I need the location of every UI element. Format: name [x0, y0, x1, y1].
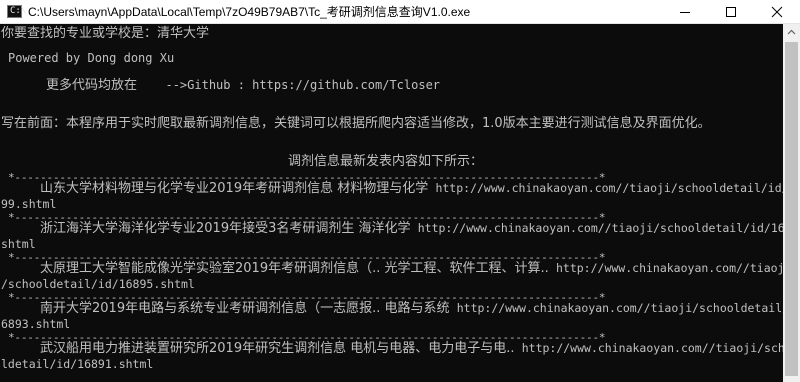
entry-url: http://www.chinakaoyan.com//tiaoji/schoo… — [435, 181, 783, 195]
github-prefix: 更多代码均放在 — [46, 78, 138, 93]
console-output[interactable]: 你要查找的专业或学校是：清华大学 Powered by Dong dong Xu… — [0, 24, 783, 382]
entry-url: http://www.chinakaoyan.com//tiaoji/schoo… — [456, 301, 783, 315]
list-heading: 调剂信息最新发表内容如下所示： — [288, 154, 484, 169]
entry-url: http://www.chinakaoyan.com//tiaoji/schoo — [521, 341, 783, 355]
minimize-button[interactable] — [662, 0, 708, 24]
entry-title: 南开大学2019年电路与系统专业考研调剂信息（一志愿报.. 电路与系统 — [40, 301, 450, 316]
scroll-up-button[interactable] — [783, 24, 800, 41]
preface-line: 写在前面：本程序用于实时爬取最新调剂信息，关键词可以根据所爬内容适当修改，1.0… — [1, 116, 711, 131]
entry-title: 武汉船用电力推进装置研究所2019年研究生调剂信息 电机与电器、电力电子与电.. — [40, 341, 515, 356]
entry-title: 山东大学材料物理与化学专业2019年考研调剂信息 材料物理与化学 — [40, 181, 429, 196]
entry-url: http://www.chinakaoyan.com//tiaoji/schoo… — [417, 221, 783, 235]
maximize-button[interactable] — [708, 0, 754, 24]
window-title: C:\Users\mayn\AppData\Local\Temp\7zO49B7… — [28, 5, 471, 19]
scroll-up-arrow-icon — [787, 29, 796, 35]
entry-title: 太原理工大学智能成像光学实验室2019年考研调剂信息（.. 光学工程、软件工程、… — [40, 261, 549, 276]
console-app-icon[interactable]: C:\ — [7, 5, 26, 18]
close-button[interactable] — [754, 0, 800, 24]
vertical-scrollbar[interactable] — [783, 24, 800, 382]
scrollbar-thumb[interactable] — [785, 42, 798, 376]
list-item: 山东大学材料物理与化学专业2019年考研调剂信息 材料物理与化学 http://… — [40, 180, 783, 197]
close-icon — [771, 6, 783, 18]
list-item: 太原理工大学智能成像光学实验室2019年考研调剂信息（.. 光学工程、软件工程、… — [40, 260, 783, 277]
entry-url: http://www.chinakaoyan.com//tiaoji — [555, 261, 783, 275]
minimize-icon — [680, 12, 690, 13]
list-item: 南开大学2019年电路与系统专业考研调剂信息（一志愿报.. 电路与系统 http… — [40, 300, 783, 317]
list-item: 武汉船用电力推进装置研究所2019年研究生调剂信息 电机与电器、电力电子与电..… — [40, 340, 783, 357]
window-titlebar[interactable]: C:\ C:\Users\mayn\AppData\Local\Temp\7zO… — [0, 0, 800, 24]
list-item: 浙江海洋大学海洋化学专业2019年接受3名考研调剂生 海洋化学 http://w… — [40, 220, 783, 237]
prompt-line: 你要查找的专业或学校是：清华大学 — [1, 26, 210, 41]
maximize-icon — [726, 7, 736, 17]
powered-by-line: Powered by Dong dong Xu — [8, 51, 175, 65]
entry-title: 浙江海洋大学海洋化学专业2019年接受3名考研调剂生 海洋化学 — [40, 221, 411, 236]
github-link-text: -->Github : https://github.com/Tcloser — [165, 78, 441, 92]
console-app-icon-glyph: C:\ — [10, 6, 27, 16]
entry-url-continued: ldetail/id/16891.shtml — [1, 357, 154, 371]
github-line: 更多代码均放在 -->Github : https://github.com/T… — [46, 77, 440, 94]
